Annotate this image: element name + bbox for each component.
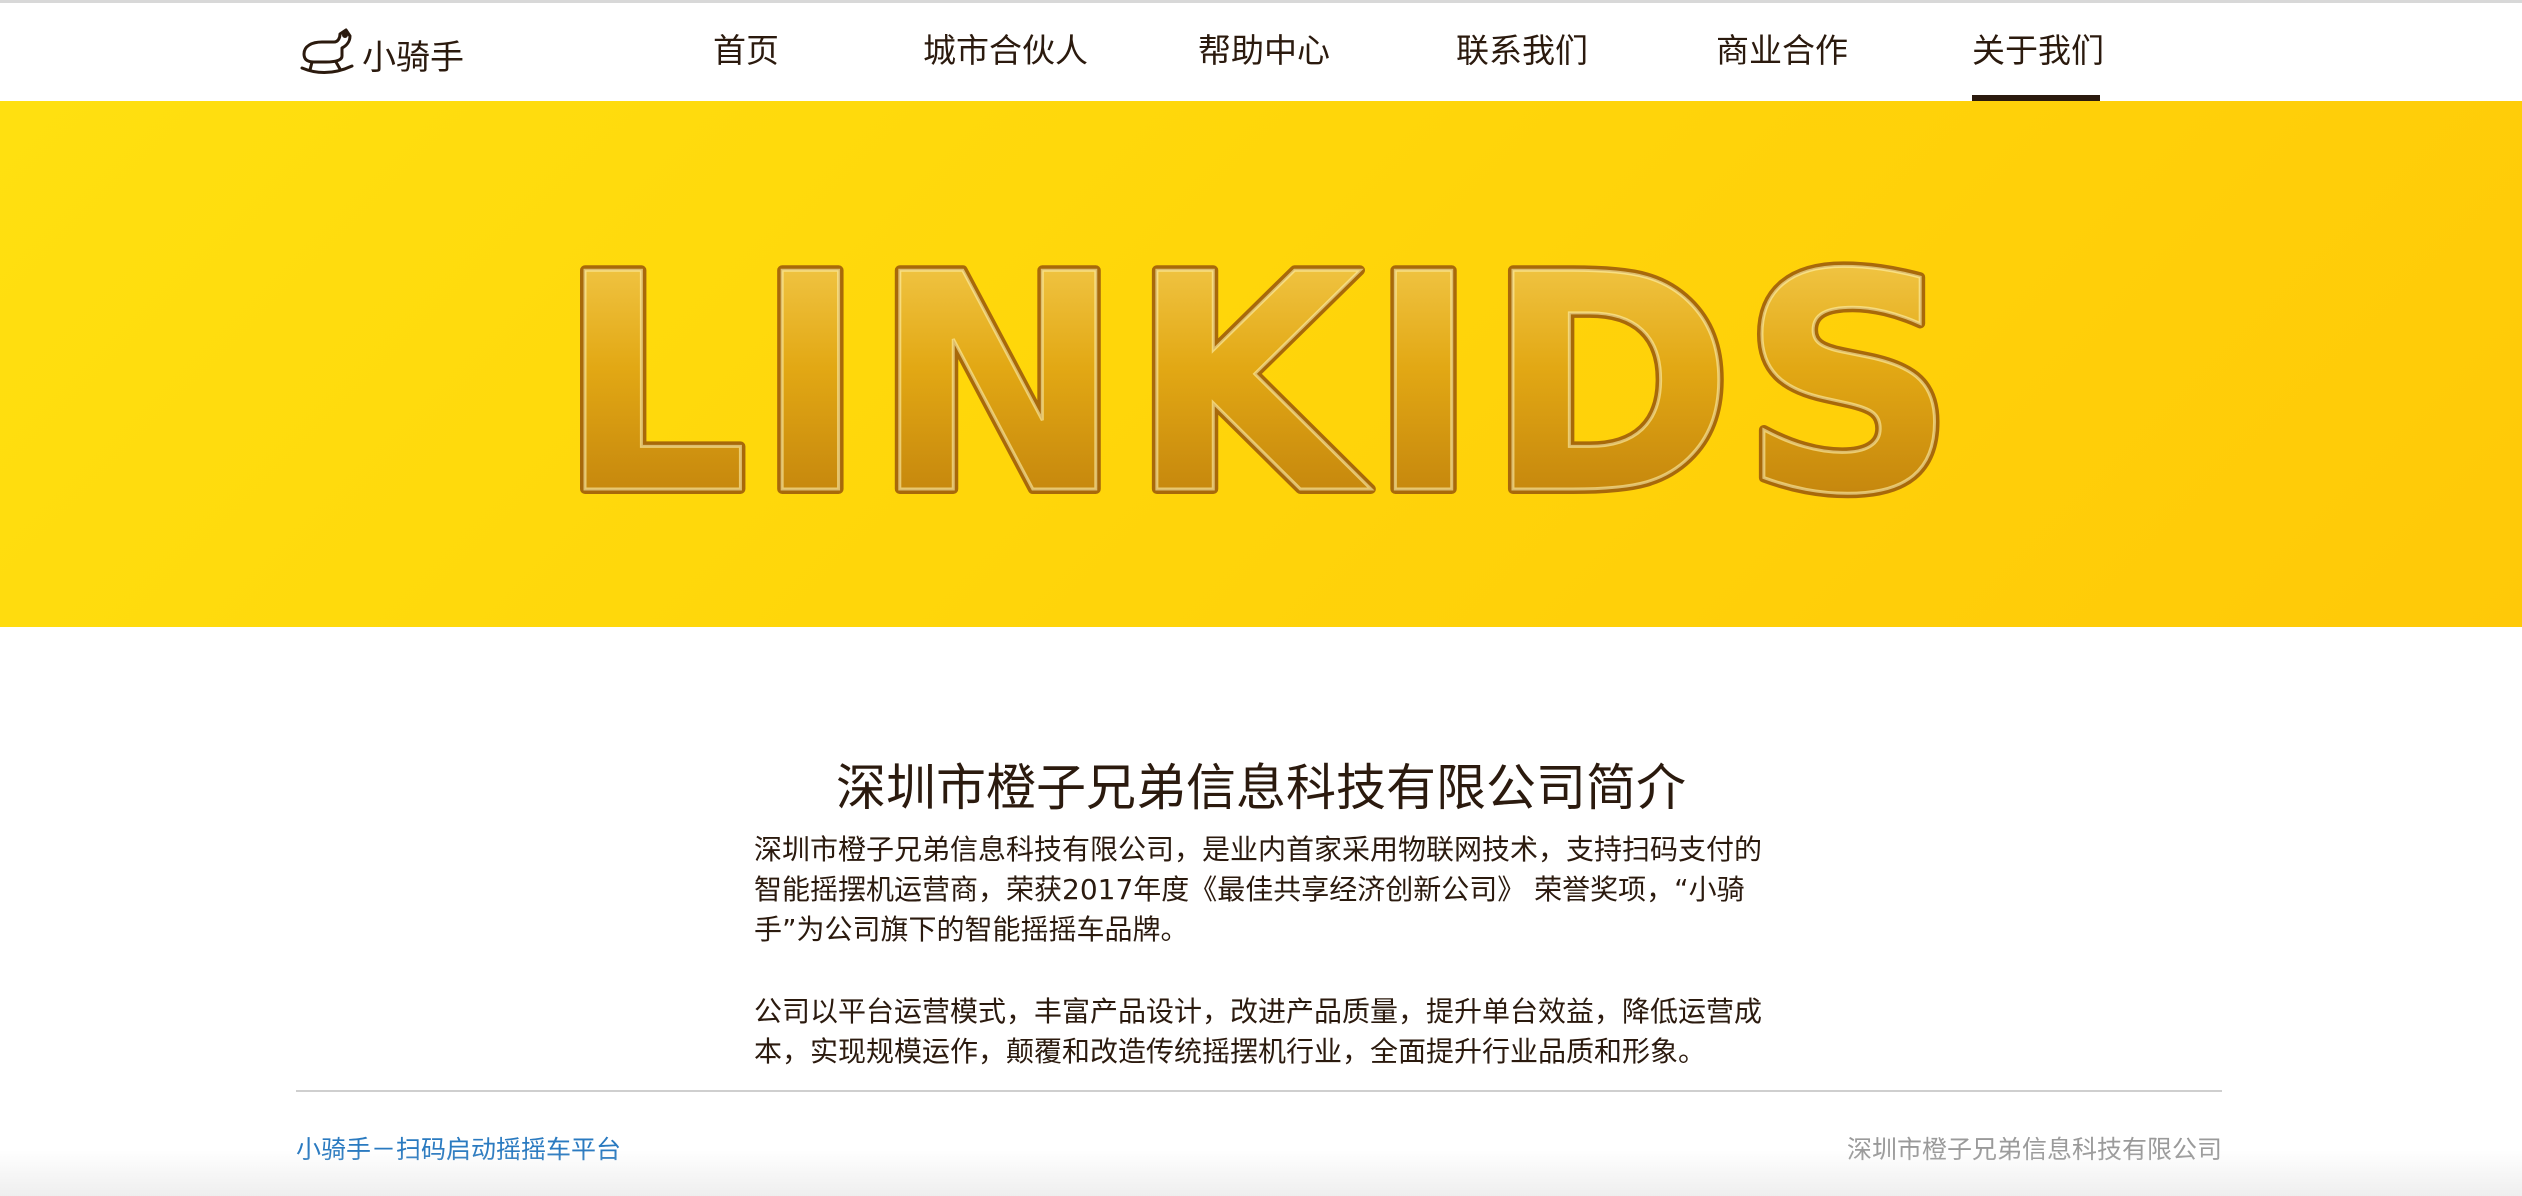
nav-business[interactable]: 商业合作 <box>1716 3 1848 101</box>
nav-contact-us[interactable]: 联系我们 <box>1456 3 1588 101</box>
nav-city-partner[interactable]: 城市合伙人 <box>923 3 1088 101</box>
page-title: 深圳市橙子兄弟信息科技有限公司简介 <box>836 759 1686 817</box>
paragraph-line: 本，实现规模运作，颠覆和改造传统摇摆机行业，全面提升行业品质和形象。 <box>754 1035 1707 1068</box>
brand-name: 小骑手 <box>362 37 464 78</box>
nav-home[interactable]: 首页 <box>713 3 779 101</box>
top-navbar: 小骑手 首页 城市合伙人 帮助中心 联系我们 商业合作 关于我们 <box>0 3 2522 101</box>
rocking-horse-icon <box>300 28 354 74</box>
intro-paragraph-2: 公司以平台运营模式，丰富产品设计，改进产品质量，提升单台效益，降低运营成 本，实… <box>754 992 1764 1072</box>
intro-paragraph-1: 深圳市橙子兄弟信息科技有限公司，是业内首家采用物联网技术，支持扫码支付的 智能摇… <box>754 830 1764 950</box>
paragraph-line: 深圳市橙子兄弟信息科技有限公司，是业内首家采用物联网技术，支持扫码支付的 <box>754 833 1763 866</box>
paragraph-line: 公司以平台运营模式，丰富产品设计，改进产品质量，提升单台效益，降低运营成 <box>754 995 1763 1028</box>
linkids-balloon-letters: LINKIDS LINKIDS <box>552 206 1962 565</box>
nav-about-us[interactable]: 关于我们 <box>1972 3 2104 101</box>
nav-help-center[interactable]: 帮助中心 <box>1198 3 1330 101</box>
footer-platform-link[interactable]: 小骑手－扫码启动摇摇车平台 <box>296 1130 621 1166</box>
banner-wordmark-highlight: LINKIDS <box>557 211 1962 560</box>
brand-logo[interactable]: 小骑手 <box>296 11 496 91</box>
footer-company-name: 深圳市橙子兄弟信息科技有限公司 <box>1846 1135 2222 1164</box>
paragraph-line: 手”为公司旗下的智能摇摇车品牌。 <box>754 913 1189 946</box>
hero-banner: LINKIDS LINKIDS <box>0 101 2522 627</box>
paragraph-line: 智能摇摆机运营商，荣获2017年度《最佳共享经济创新公司》 荣誉奖项，“小骑 <box>754 873 1745 906</box>
footer-divider <box>296 1090 2222 1092</box>
